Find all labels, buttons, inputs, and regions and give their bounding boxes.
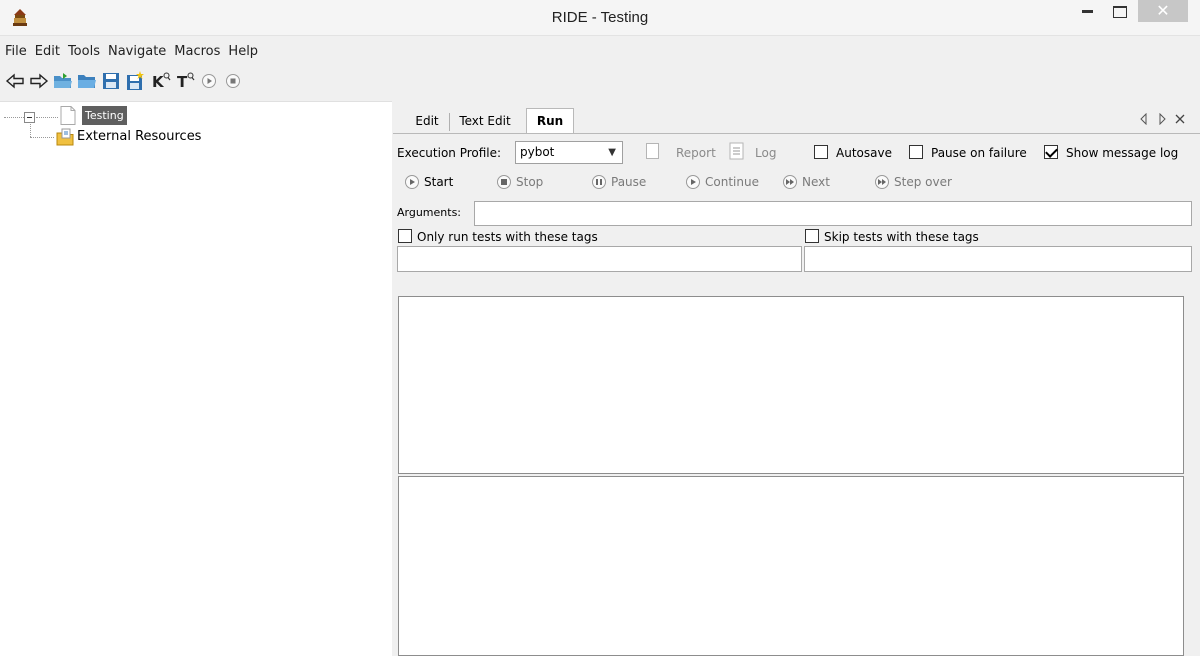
- autosave-label: Autosave: [836, 146, 892, 160]
- log-button[interactable]: Log: [755, 145, 776, 161]
- title-bar: RIDE - Testing ✕: [0, 0, 1200, 36]
- open-directory-icon[interactable]: [52, 70, 74, 92]
- only-run-tags-label: Only run tests with these tags: [417, 230, 598, 244]
- toolbar: K T: [4, 67, 404, 93]
- execution-profile-value: pybot: [520, 145, 555, 159]
- tab-edit[interactable]: Edit: [413, 109, 441, 133]
- tree-connector: [30, 124, 31, 137]
- editor-panel: Edit Text Edit Run Execution Profile: py…: [393, 101, 1200, 656]
- resource-folder-icon: [56, 128, 74, 146]
- play-icon: [405, 175, 419, 189]
- skip-tags-label: Skip tests with these tags: [824, 230, 979, 244]
- pause-on-failure-checkbox[interactable]: [909, 145, 923, 159]
- skip-tags-checkbox[interactable]: [805, 229, 819, 243]
- svg-text:K: K: [152, 73, 165, 91]
- next-icon: [783, 175, 797, 189]
- forward-arrow-icon[interactable]: [28, 70, 50, 92]
- only-run-tags-checkbox[interactable]: [398, 229, 412, 243]
- continue-icon: [686, 175, 700, 189]
- run-icon[interactable]: [198, 70, 220, 92]
- step-over-label: Step over: [894, 175, 952, 189]
- open-folder-icon[interactable]: [76, 70, 98, 92]
- chevron-down-icon: ▼: [608, 147, 616, 158]
- report-icon: [646, 143, 659, 159]
- execution-profile-select[interactable]: pybot ▼: [515, 141, 623, 164]
- maximize-button[interactable]: [1106, 0, 1136, 30]
- message-log-pane[interactable]: [398, 476, 1184, 656]
- tab-scroll-left-icon[interactable]: [1139, 113, 1149, 125]
- minimize-button[interactable]: [1073, 0, 1103, 30]
- arguments-input[interactable]: [474, 201, 1192, 226]
- tab-scroll-right-icon[interactable]: [1157, 113, 1167, 125]
- pause-label: Pause: [611, 175, 647, 189]
- skip-tags-input[interactable]: [804, 246, 1192, 272]
- tab-close-icon[interactable]: [1174, 113, 1186, 125]
- show-message-log-label: Show message log: [1066, 146, 1179, 160]
- window-title: RIDE - Testing: [551, 9, 649, 26]
- tree-connector: [4, 117, 24, 118]
- menu-file[interactable]: File: [0, 41, 31, 63]
- start-button[interactable]: Start: [405, 174, 453, 190]
- next-button[interactable]: Next: [783, 174, 830, 190]
- file-icon: [60, 106, 76, 125]
- arguments-label: Arguments:: [397, 206, 462, 219]
- back-arrow-icon[interactable]: [4, 70, 26, 92]
- save-icon[interactable]: [100, 70, 122, 92]
- start-label: Start: [424, 175, 454, 189]
- search-tests-icon[interactable]: T: [174, 70, 196, 92]
- pause-icon: [592, 175, 606, 189]
- menu-macros[interactable]: Macros: [170, 41, 224, 63]
- continue-button[interactable]: Continue: [686, 174, 759, 190]
- save-all-icon[interactable]: [124, 70, 146, 92]
- tree-connector: [36, 117, 58, 118]
- tree-connector: [30, 137, 54, 138]
- autosave-checkbox[interactable]: [814, 145, 828, 159]
- continue-label: Continue: [705, 175, 759, 189]
- execution-profile-label: Execution Profile:: [397, 146, 502, 160]
- editor-tabs: Edit Text Edit Run: [393, 105, 1200, 134]
- svg-text:T: T: [177, 73, 188, 91]
- pause-button[interactable]: Pause: [592, 174, 646, 190]
- menu-tools[interactable]: Tools: [64, 41, 104, 63]
- search-keywords-icon[interactable]: K: [150, 70, 172, 92]
- step-over-button[interactable]: Step over: [875, 174, 952, 190]
- tree-node-testing[interactable]: Testing: [82, 106, 127, 125]
- show-message-log-checkbox[interactable]: [1044, 145, 1058, 159]
- tree-node-external-resources[interactable]: External Resources: [77, 128, 201, 146]
- menu-navigate[interactable]: Navigate: [104, 41, 170, 63]
- stop-icon: [497, 175, 511, 189]
- menu-bar: File Edit Tools Navigate Macros Help: [0, 41, 1200, 63]
- tab-text-edit[interactable]: Text Edit: [455, 109, 515, 133]
- run-output-pane[interactable]: [398, 296, 1184, 474]
- tree-collapse-toggle[interactable]: [24, 112, 35, 123]
- project-tree: Testing External Resources: [0, 101, 392, 656]
- log-icon: [729, 142, 744, 160]
- menu-edit[interactable]: Edit: [31, 41, 64, 63]
- tab-run[interactable]: Run: [526, 108, 574, 134]
- tab-divider: [449, 113, 450, 131]
- next-label: Next: [802, 175, 830, 189]
- close-button[interactable]: ✕: [1138, 0, 1188, 22]
- close-icon: ✕: [1156, 1, 1170, 20]
- menu-help[interactable]: Help: [224, 41, 262, 63]
- step-over-icon: [875, 175, 889, 189]
- stop-icon[interactable]: [222, 70, 244, 92]
- only-run-tags-input[interactable]: [397, 246, 802, 272]
- run-tab-content: Execution Profile: pybot ▼ Report Log Au…: [393, 133, 1200, 656]
- stop-label: Stop: [516, 175, 544, 189]
- pause-on-failure-label: Pause on failure: [931, 146, 1027, 160]
- stop-button[interactable]: Stop: [497, 174, 543, 190]
- report-button[interactable]: Report: [676, 145, 716, 161]
